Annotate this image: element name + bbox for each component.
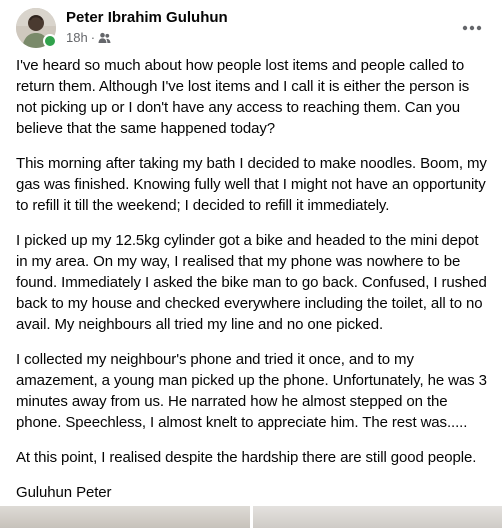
post-photo[interactable] bbox=[0, 506, 250, 528]
post-paragraph: At this point, I realised despite the ha… bbox=[16, 449, 477, 466]
post-photo[interactable] bbox=[252, 506, 502, 528]
friends-icon[interactable] bbox=[98, 32, 111, 44]
author-avatar[interactable] bbox=[16, 8, 57, 48]
post-header: Peter Ibrahim Guluhun 18h · bbox=[16, 8, 490, 48]
meta-separator: · bbox=[90, 30, 96, 45]
more-options-button[interactable] bbox=[454, 10, 490, 46]
post-body: I've heard so much about how people lost… bbox=[16, 55, 490, 503]
post-meta: 18h · bbox=[66, 30, 111, 46]
facebook-post: Peter Ibrahim Guluhun 18h · I've heard s… bbox=[0, 0, 502, 528]
post-paragraph: This morning after taking my bath I deci… bbox=[16, 155, 487, 214]
post-time[interactable]: 18h bbox=[66, 30, 88, 46]
post-paragraph: I've heard so much about how people lost… bbox=[16, 57, 470, 137]
author-name[interactable]: Peter Ibrahim Guluhun bbox=[66, 9, 228, 27]
post-signature: Guluhun Peter bbox=[16, 484, 112, 501]
online-status-dot bbox=[43, 34, 57, 48]
post-media-strip bbox=[0, 506, 502, 528]
more-options-icon bbox=[462, 25, 482, 31]
post-paragraph: I collected my neighbour's phone and tri… bbox=[16, 351, 487, 431]
post-paragraph: I picked up my 12.5kg cylinder got a bik… bbox=[16, 232, 487, 333]
